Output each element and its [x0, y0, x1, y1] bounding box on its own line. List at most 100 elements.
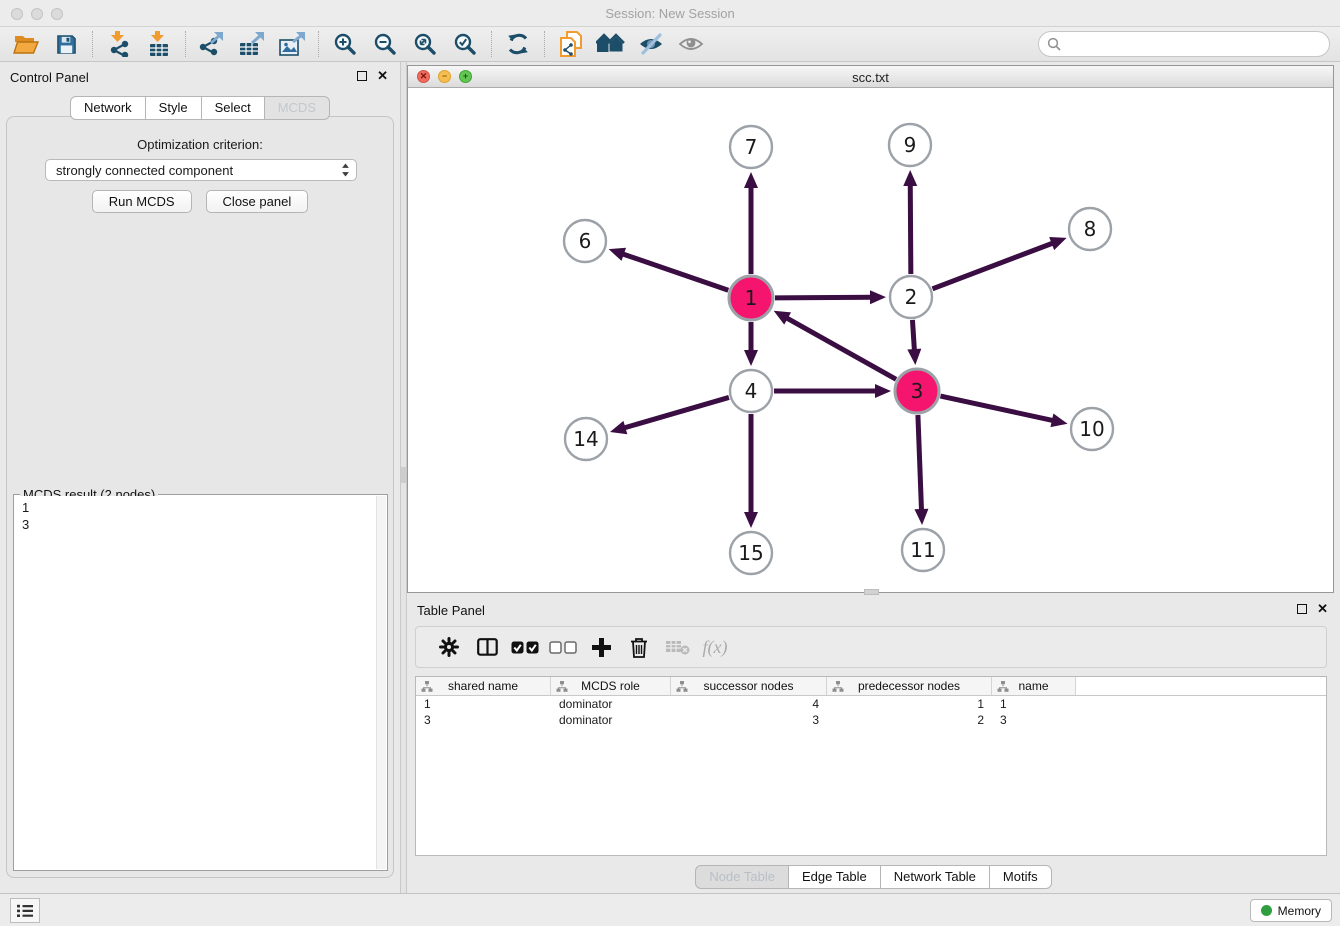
export-table-button[interactable]	[232, 29, 272, 59]
column-layout-button[interactable]	[468, 631, 506, 663]
arrowhead-icon	[907, 349, 921, 365]
tab-mcds[interactable]: MCDS	[264, 96, 330, 120]
toolbar-separator	[318, 31, 319, 57]
mcds-result-text[interactable]: 1 3	[15, 496, 375, 869]
zoom-in-button[interactable]	[325, 29, 365, 59]
float-panel-icon[interactable]	[357, 71, 367, 81]
graph-edge-3-10[interactable]	[940, 396, 1054, 421]
search-input[interactable]	[1067, 37, 1321, 52]
gear-icon	[439, 637, 459, 657]
table-cell[interactable]: 3	[671, 712, 827, 728]
control-panel: Control Panel ✕ Network Style Select MCD…	[0, 62, 400, 893]
table-cell[interactable]: 1	[992, 696, 1076, 712]
tab-select[interactable]: Select	[201, 96, 265, 120]
criterion-select[interactable]: strongly connected component	[45, 159, 357, 181]
splitter-handle[interactable]	[401, 467, 406, 483]
graph-edge-3-11[interactable]	[918, 415, 922, 512]
network-graph[interactable]: 1234678910111415	[408, 88, 1333, 592]
arrowhead-icon	[914, 509, 928, 525]
tab-edge-table[interactable]: Edge Table	[788, 865, 881, 889]
table-cell[interactable]: 3	[992, 712, 1076, 728]
table-row[interactable]: 1dominator411	[416, 696, 1326, 712]
graph-node-label-2: 2	[905, 285, 918, 309]
task-history-button[interactable]	[10, 898, 40, 923]
main-toolbar	[0, 27, 1340, 62]
zoom-fit-button[interactable]	[405, 29, 445, 59]
import-table-icon	[147, 31, 171, 57]
graph-edge-1-6[interactable]	[621, 253, 728, 290]
node-table[interactable]: shared nameMCDS rolesuccessor nodesprede…	[415, 676, 1327, 856]
export-image-button[interactable]	[272, 29, 312, 59]
tab-network[interactable]: Network	[70, 96, 146, 120]
zoom-selected-button[interactable]	[445, 29, 485, 59]
table-cell[interactable]: 1	[827, 696, 992, 712]
show-graphics-details-button[interactable]	[671, 29, 711, 59]
graph-edge-3-1[interactable]	[785, 317, 896, 379]
import-network-button[interactable]	[99, 29, 139, 59]
graph-edge-4-14[interactable]	[622, 397, 728, 428]
graph-node-label-11: 11	[910, 538, 935, 562]
panel-splitter[interactable]	[400, 62, 407, 893]
show-all-networks-button[interactable]	[591, 29, 631, 59]
select-all-button[interactable]	[506, 631, 544, 663]
graph-edge-2-9[interactable]	[910, 183, 911, 274]
graph-edge-2-8[interactable]	[933, 242, 1055, 288]
tab-style[interactable]: Style	[145, 96, 202, 120]
header-filler	[1076, 677, 1326, 695]
zoom-out-button[interactable]	[365, 29, 405, 59]
plus-icon	[591, 637, 612, 658]
network-canvas[interactable]: 1234678910111415	[408, 88, 1333, 592]
table-cell[interactable]: 1	[416, 696, 551, 712]
graph-edge-2-3[interactable]	[912, 320, 914, 352]
table-cell[interactable]: dominator	[551, 712, 671, 728]
result-scrollbar[interactable]	[376, 496, 386, 869]
export-network-button[interactable]	[192, 29, 232, 59]
arrowhead-icon	[1050, 413, 1067, 427]
delete-row-button[interactable]	[620, 631, 658, 663]
column-header[interactable]: shared name	[416, 677, 551, 695]
float-table-panel-icon[interactable]	[1297, 604, 1307, 614]
table-cell[interactable]: 3	[416, 712, 551, 728]
table-toolbar: f(x)	[415, 626, 1327, 668]
close-panel-icon[interactable]: ✕	[377, 71, 388, 81]
tab-network-table[interactable]: Network Table	[880, 865, 990, 889]
table-cell[interactable]: 2	[827, 712, 992, 728]
table-header-row: shared nameMCDS rolesuccessor nodesprede…	[416, 677, 1326, 696]
optimization-criterion-label: Optimization criterion:	[7, 137, 393, 152]
table-cell-filler	[1076, 712, 1326, 728]
clone-network-button[interactable]	[551, 29, 591, 59]
memory-button[interactable]: Memory	[1250, 899, 1332, 922]
mcds-result-box: MCDS result (2 nodes) 1 3	[13, 494, 388, 871]
column-header[interactable]: successor nodes	[671, 677, 827, 695]
column-type-icon	[556, 681, 568, 692]
close-panel-button[interactable]: Close panel	[206, 190, 309, 213]
delete-table-button[interactable]	[658, 631, 696, 663]
close-table-panel-icon[interactable]: ✕	[1317, 604, 1328, 614]
table-cell[interactable]: dominator	[551, 696, 671, 712]
eye-slash-icon	[638, 33, 664, 55]
import-table-button[interactable]	[139, 29, 179, 59]
table-cell[interactable]: 4	[671, 696, 827, 712]
network-window-titlebar[interactable]: ✕ − + scc.txt	[408, 66, 1333, 88]
columns-icon	[477, 638, 498, 656]
table-settings-button[interactable]	[430, 631, 468, 663]
deselect-all-button[interactable]	[544, 631, 582, 663]
open-session-button[interactable]	[6, 29, 46, 59]
column-header[interactable]: name	[992, 677, 1076, 695]
search-field[interactable]	[1038, 31, 1330, 57]
tab-motifs[interactable]: Motifs	[989, 865, 1052, 889]
run-mcds-button[interactable]: Run MCDS	[92, 190, 192, 213]
tab-node-table[interactable]: Node Table	[695, 865, 789, 889]
arrowhead-icon	[870, 290, 886, 304]
column-header[interactable]: predecessor nodes	[827, 677, 992, 695]
function-builder-button[interactable]: f(x)	[696, 631, 734, 663]
add-row-button[interactable]	[582, 631, 620, 663]
apply-layout-refresh-button[interactable]	[498, 29, 538, 59]
arrowhead-icon	[744, 350, 758, 366]
table-panel: Table Panel ✕	[407, 595, 1340, 893]
column-header[interactable]: MCDS role	[551, 677, 671, 695]
save-session-button[interactable]	[46, 29, 86, 59]
table-row[interactable]: 3dominator323	[416, 712, 1326, 728]
hide-graphics-details-button[interactable]	[631, 29, 671, 59]
graph-edge-1-2[interactable]	[775, 297, 873, 298]
